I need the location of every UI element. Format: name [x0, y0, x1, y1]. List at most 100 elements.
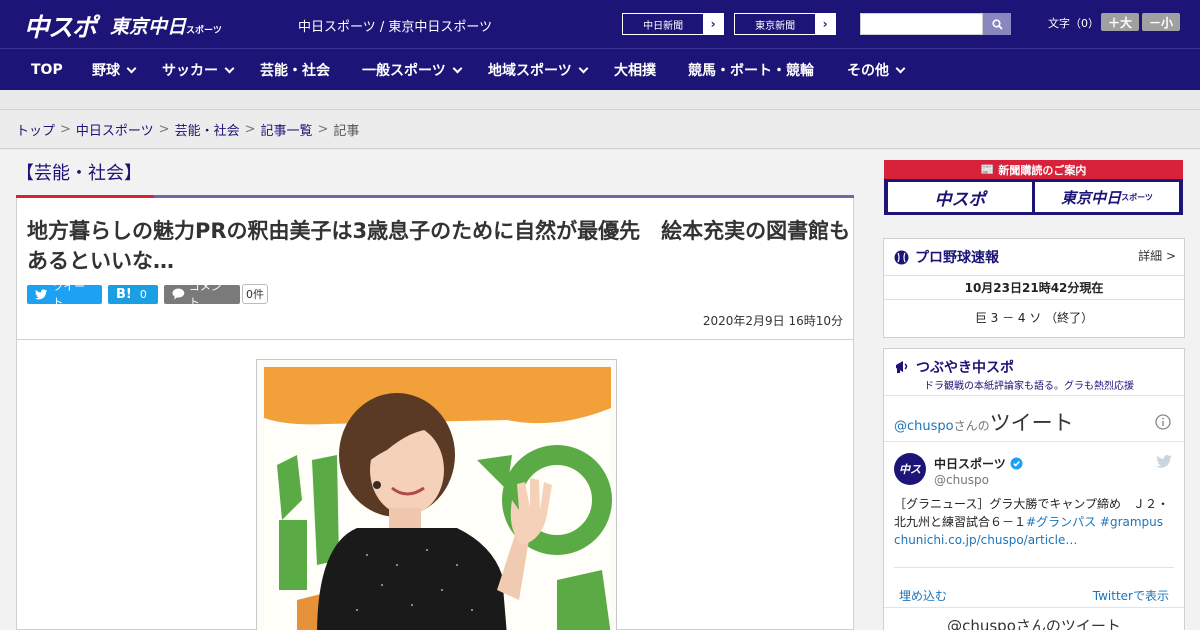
chevron-down-icon [895, 63, 906, 73]
account-name: 中日スポーツ [934, 457, 1006, 471]
comment-bubble-icon [172, 288, 185, 300]
account-name-row[interactable]: 中日スポーツ [934, 455, 1023, 472]
tokyo-shimbun-label: 東京新聞 [755, 20, 796, 32]
chunichi-shimbun-label: 中日新聞 [643, 20, 684, 32]
nav-label: 芸能・社会 [260, 63, 330, 79]
baseball-live-card: プロ野球速報 詳細 > 10月23日21時42分現在 巨 3 － 4 ソ （終了… [883, 238, 1185, 338]
breadcrumb-current: 記事 [333, 124, 360, 139]
timeline-suffix: さんの [953, 419, 990, 433]
baseball-score[interactable]: 巨 3 － 4 ソ （終了） [884, 309, 1184, 326]
font-size-increase-button[interactable]: ＋大 [1101, 13, 1139, 31]
subscribe-chuspo-link[interactable]: 中スポ [888, 182, 1032, 212]
font-size-decrease-button[interactable]: －小 [1142, 13, 1180, 31]
account-avatar[interactable]: 中ス [894, 453, 926, 485]
subscription-label: 新聞購読のご案内 [998, 163, 1087, 177]
tweets-subtitle: ドラ観戦の本紙評論家も語る。グラも熱烈応援 [924, 381, 1134, 392]
tweets-header: つぶやき中スポ [894, 357, 1014, 377]
tokyo-shimbun-button[interactable]: 東京新聞 › [734, 13, 836, 35]
search-input[interactable] [860, 13, 983, 35]
verified-badge-icon [1010, 457, 1023, 470]
photo-illustration [257, 360, 616, 630]
embed-link[interactable]: 埋め込む [899, 587, 947, 604]
logo-tokyo-sub: スポーツ [186, 26, 222, 36]
timeline-handle[interactable]: @chuspo [894, 419, 954, 434]
breadcrumb-article-list[interactable]: 記事一覧 [261, 120, 313, 139]
nav-label: TOP [31, 62, 63, 78]
article-divider [17, 339, 853, 340]
account-handle[interactable]: @chuspo [934, 473, 989, 487]
nav-label: サッカー [162, 63, 218, 79]
article-card: 地方暮らしの魅力PRの釈由美子は3歳息子のために自然が最優先 絵本充実の図書館も… [16, 198, 854, 630]
nav-item-soccer[interactable]: サッカー [162, 49, 235, 91]
hatena-b-icon: B! [116, 286, 132, 302]
logo-tokyo-text: 東京中日 [110, 16, 187, 38]
nav-label: 地域スポーツ [488, 63, 572, 79]
nav-item-sumo[interactable]: 大相撲 [614, 49, 656, 91]
site-header: 中スポ 東京中日スポーツ 中日スポーツ / 東京中日スポーツ 中日新聞 › 東京… [0, 0, 1200, 48]
tweet-hashtag-grampus-jp[interactable]: #グランパス [1026, 515, 1096, 529]
nav-label: 野球 [92, 63, 120, 79]
subscribe-tokyo-sub: スポーツ [1121, 192, 1153, 202]
breadcrumb-top[interactable]: トップ [16, 120, 55, 139]
main-nav: TOP 野球 サッカー 芸能・社会 一般スポーツ 地域スポーツ 大相撲 競馬・ボ… [0, 48, 1200, 90]
baseball-icon [894, 250, 909, 264]
chevron-down-icon [224, 63, 235, 73]
subscribe-tokyo-link[interactable]: 東京中日 スポーツ [1035, 182, 1179, 212]
comment-button[interactable]: コメント [164, 280, 240, 309]
font-size-label: 文字（0） [1048, 17, 1099, 30]
nav-item-entertainment[interactable]: 芸能・社会 [260, 49, 330, 91]
tweet-body: ［グラニュース］グラ大勝でキャンプ締め Ｊ２・北九州と練習試合６－１#グランパス… [894, 495, 1176, 549]
tweets-card: つぶやき中スポ ドラ観戦の本紙評論家も語る。グラも熱烈応援 @chuspo さん… [883, 348, 1185, 630]
chevron-right-icon: › [703, 14, 723, 34]
nav-item-local-sports[interactable]: 地域スポーツ [488, 49, 589, 91]
nav-label: その他 [847, 63, 889, 79]
tweets-timeline-title: @chuspo さんの ツイート [894, 407, 1074, 437]
tweet-button[interactable]: ツイート [27, 280, 102, 309]
ad-strip [0, 90, 1200, 110]
comment-label: コメント [188, 280, 222, 309]
nav-item-general-sports[interactable]: 一般スポーツ [362, 49, 463, 91]
megaphone-icon [896, 361, 908, 373]
chunichi-shimbun-button[interactable]: 中日新聞 › [622, 13, 724, 35]
nav-label: 競馬・ボート・競輪 [688, 63, 814, 79]
chevron-down-icon [126, 63, 137, 73]
twitter-bird-icon[interactable] [1156, 455, 1172, 468]
tweet-label: ツイート [52, 280, 86, 309]
nav-item-baseball[interactable]: 野球 [92, 49, 137, 91]
nav-label: 一般スポーツ [362, 63, 446, 79]
logo-chuspo[interactable]: 中スポ [24, 8, 97, 44]
baseball-updated-time: 10月23日21時42分現在 [964, 281, 1104, 295]
logo-tokyo-chunichi[interactable]: 東京中日スポーツ [110, 12, 222, 39]
subscribe-tokyo-text: 東京中日 [1061, 188, 1122, 207]
search-icon [991, 18, 1003, 30]
nav-label: 大相撲 [614, 63, 656, 79]
info-icon[interactable] [1155, 414, 1171, 430]
site-names-link[interactable]: 中日スポーツ / 東京中日スポーツ [298, 16, 492, 35]
nav-item-racing[interactable]: 競馬・ボート・競輪 [688, 49, 814, 91]
chevron-down-icon [452, 63, 463, 73]
chevron-down-icon [578, 63, 589, 73]
tweets-footer[interactable]: @chuspoさんのツイート [884, 615, 1184, 630]
tweet-url-link[interactable]: chunichi.co.jp/chuspo/article… [894, 533, 1077, 547]
hatena-bookmark-button[interactable]: B! 0 [108, 284, 158, 304]
twitter-bird-icon [35, 288, 48, 299]
baseball-live-header: プロ野球速報 [894, 247, 999, 267]
breadcrumb-chunichi-sports[interactable]: 中日スポーツ [76, 120, 154, 139]
breadcrumb-entertainment[interactable]: 芸能・社会 [175, 120, 240, 139]
baseball-live-title: プロ野球速報 [915, 250, 999, 266]
article-date: 2020年2月9日 16時10分 [702, 314, 843, 328]
chevron-right-icon: › [815, 14, 835, 34]
article-photo[interactable] [256, 359, 617, 630]
nav-item-top[interactable]: TOP [31, 49, 63, 91]
subscription-banner[interactable]: 📰 新聞購読のご案内 中スポ 東京中日 スポーツ [884, 160, 1183, 215]
breadcrumb: トップ > 中日スポーツ > 芸能・社会 > 記事一覧 > 記事 [0, 111, 1200, 149]
hatena-count: 0 [139, 287, 147, 301]
baseball-detail-link[interactable]: 詳細 > [1138, 247, 1176, 264]
newspaper-icon: 📰 [980, 163, 995, 176]
view-on-twitter-link[interactable]: Twitterで表示 [1093, 587, 1169, 604]
search-button[interactable] [983, 13, 1011, 35]
timeline-tweets-word: ツイート [989, 411, 1074, 435]
tweet-hashtag-grampus[interactable]: #grampus [1100, 515, 1163, 529]
share-row: ツイート B! 0 コメント 0件 [27, 280, 268, 309]
nav-item-other[interactable]: その他 [847, 49, 906, 91]
